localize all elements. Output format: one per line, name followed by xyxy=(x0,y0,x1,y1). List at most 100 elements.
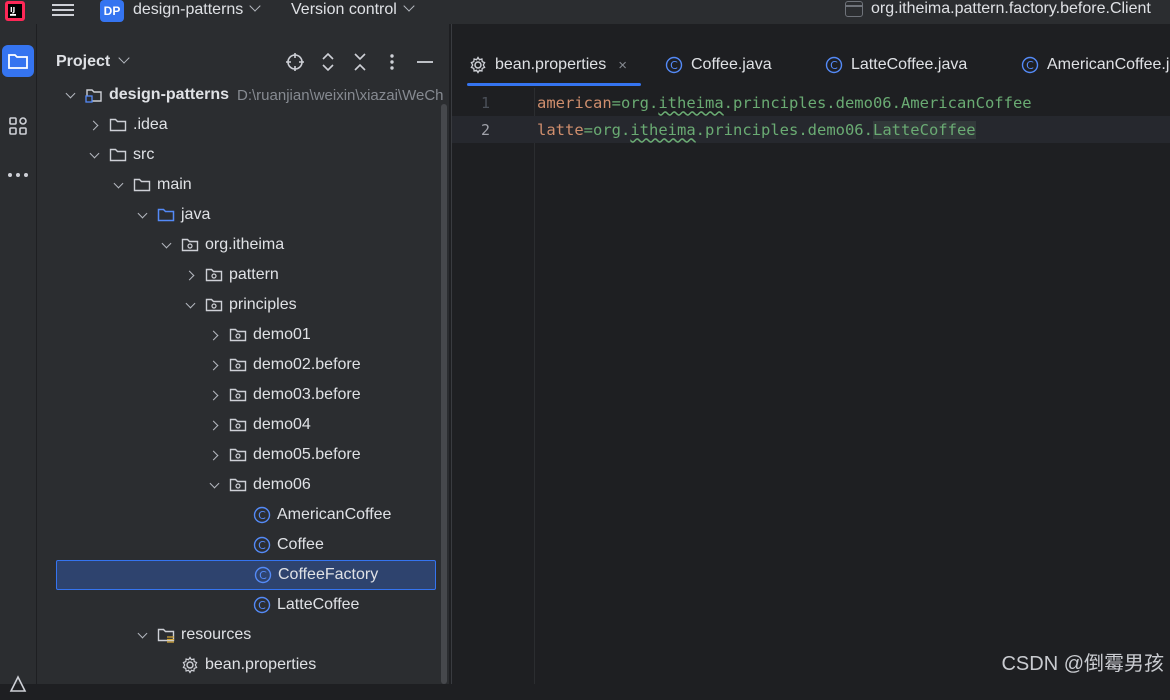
tree-item-bean-properties[interactable]: bean.properties xyxy=(37,650,437,680)
application-icon xyxy=(845,1,863,17)
chevron-down-icon[interactable] xyxy=(209,480,219,490)
tree-item-label: demo03.before xyxy=(253,386,361,403)
chevron-right-icon[interactable] xyxy=(209,330,219,340)
tree-item-coffee[interactable]: C Coffee xyxy=(37,530,437,560)
tab-lattecoffee-java[interactable]: C LatteCoffee.java xyxy=(825,50,967,80)
folder-icon xyxy=(8,54,28,69)
class-icon: C xyxy=(665,56,683,74)
more-tools-button[interactable] xyxy=(2,159,34,191)
vcs-menu[interactable]: Version control xyxy=(291,0,415,19)
close-tab-icon[interactable]: × xyxy=(618,57,627,74)
main-menu-icon[interactable] xyxy=(52,1,74,21)
chevron-down-icon[interactable] xyxy=(113,180,123,190)
tree-item-label: java xyxy=(181,206,211,223)
editor-tabs: bean.properties × C Coffee.java C LatteC… xyxy=(452,24,1170,88)
tree-item-src[interactable]: src xyxy=(37,140,437,170)
run-configuration-label: org.itheima.pattern.factory.before.Clien… xyxy=(871,0,1151,17)
run-configuration-selector[interactable]: org.itheima.pattern.factory.before.Clien… xyxy=(845,0,1151,18)
tree-item-demo03-before[interactable]: demo03.before xyxy=(37,380,437,410)
tree-item-label: bean.properties xyxy=(205,656,317,673)
chevron-right-icon[interactable] xyxy=(209,450,219,460)
collapse-all-icon xyxy=(354,53,366,71)
source-folder-icon xyxy=(157,206,175,224)
tab-label: LatteCoffee.java xyxy=(851,56,968,73)
chevron-down-icon xyxy=(249,0,261,12)
tree-item-coffeefactory[interactable]: C CoffeeFactory xyxy=(56,560,436,590)
chevron-down-icon[interactable] xyxy=(185,300,195,310)
line-number: 2 xyxy=(480,120,490,139)
code-line-1[interactable]: 1 american=org.itheima.principles.demo06… xyxy=(452,89,1170,116)
expand-all-icon xyxy=(322,52,334,72)
tab-americancoffee-java[interactable]: C AmericanCoffee.java xyxy=(1021,50,1170,80)
class-icon: C xyxy=(825,56,843,74)
project-tree: design-patterns D:\ruanjian\weixin\xiazai… xyxy=(37,86,449,684)
tree-item-pattern[interactable]: pattern xyxy=(37,260,437,290)
project-tool-button[interactable] xyxy=(2,45,34,77)
tree-item-americancoffee[interactable]: C AmericanCoffee xyxy=(37,500,437,530)
svg-text:C: C xyxy=(1026,59,1034,72)
chevron-right-icon[interactable] xyxy=(209,360,219,370)
tree-item-java[interactable]: java xyxy=(37,200,437,230)
tree-item-demo04[interactable]: demo04 xyxy=(37,410,437,440)
tree-item-label: principles xyxy=(229,296,297,313)
tree-item--idea[interactable]: .idea xyxy=(37,110,437,140)
tab-bean-properties[interactable]: bean.properties × xyxy=(467,50,641,86)
tree-item-org-itheima[interactable]: org.itheima xyxy=(37,230,437,260)
code-line-2[interactable]: 2 latte=org.itheima.principles.demo06.La… xyxy=(452,116,1170,143)
tree-item-demo01[interactable]: demo01 xyxy=(37,320,437,350)
chevron-right-icon[interactable] xyxy=(89,120,99,130)
line-number: 1 xyxy=(480,93,490,112)
project-badge[interactable]: DP xyxy=(100,0,124,22)
tree-item-demo02-before[interactable]: demo02.before xyxy=(37,350,437,380)
chevron-down-icon[interactable] xyxy=(65,90,75,100)
tree-item-resources[interactable]: resources xyxy=(37,620,437,650)
chevron-down-icon[interactable] xyxy=(89,150,99,160)
project-panel-header: Project xyxy=(37,24,449,86)
folder-icon xyxy=(109,146,127,164)
tree-item-design-patterns[interactable]: design-patterns D:\ruanjian\weixin\xiazai… xyxy=(37,86,444,110)
tree-item-demo06[interactable]: demo06 xyxy=(37,470,437,500)
project-switcher[interactable]: design-patterns xyxy=(133,0,261,19)
package-icon xyxy=(229,356,247,374)
editor-area: bean.properties × C Coffee.java C LatteC… xyxy=(451,24,1170,684)
tree-scrollbar[interactable] xyxy=(441,104,447,684)
module-icon xyxy=(85,86,103,104)
chevron-right-icon[interactable] xyxy=(209,390,219,400)
expand-all-button[interactable] xyxy=(317,51,339,73)
package-icon xyxy=(205,296,223,314)
svg-text:C: C xyxy=(258,599,266,612)
intellij-logo-icon[interactable]: IJ xyxy=(4,0,26,22)
tree-item-label: pattern xyxy=(229,266,279,283)
package-icon xyxy=(229,416,247,434)
services-icon xyxy=(9,675,27,692)
package-icon xyxy=(229,476,247,494)
tree-item-lattecoffee[interactable]: C LatteCoffee xyxy=(37,590,437,620)
chevron-down-icon[interactable] xyxy=(137,630,147,640)
package-icon xyxy=(229,326,247,344)
tree-item-label: demo02.before xyxy=(253,356,361,373)
collapse-all-button[interactable] xyxy=(349,51,371,73)
more-icon xyxy=(8,173,28,177)
hide-panel-button[interactable] xyxy=(414,51,436,73)
select-opened-file-button[interactable] xyxy=(284,51,306,73)
tree-item-main[interactable]: main xyxy=(37,170,437,200)
tab-label: AmericanCoffee.java xyxy=(1047,56,1170,73)
structure-tool-button[interactable] xyxy=(2,110,34,142)
module-path: D:\ruanjian\weixin\xiazai\WeCh xyxy=(237,86,444,104)
chevron-down-icon[interactable] xyxy=(137,210,147,220)
tab-coffee-java[interactable]: C Coffee.java xyxy=(665,50,772,80)
resources-folder-icon xyxy=(157,626,175,644)
chevron-right-icon[interactable] xyxy=(185,270,195,280)
tree-item-principles[interactable]: principles xyxy=(37,290,437,320)
tree-item-demo05-before[interactable]: demo05.before xyxy=(37,440,437,470)
svg-text:C: C xyxy=(259,569,267,582)
project-view-selector[interactable]: Project xyxy=(56,52,130,71)
chevron-right-icon[interactable] xyxy=(209,420,219,430)
chevron-down-icon[interactable] xyxy=(161,240,171,250)
svg-text:C: C xyxy=(258,539,266,552)
options-button[interactable] xyxy=(381,51,403,73)
services-tool-button[interactable] xyxy=(2,668,34,700)
tree-item-label: demo04 xyxy=(253,416,311,433)
tree-item-label: main xyxy=(157,176,192,193)
